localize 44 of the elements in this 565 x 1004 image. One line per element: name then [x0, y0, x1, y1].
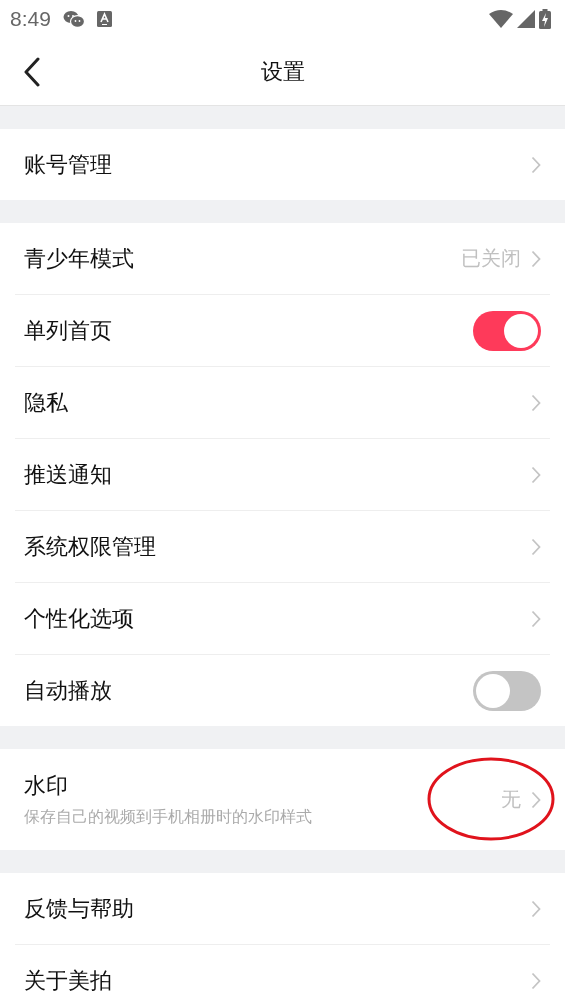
row-label: 自动播放	[24, 676, 112, 705]
battery-charging-icon	[539, 9, 551, 29]
toggle-switch[interactable]	[473, 670, 541, 711]
signal-icon	[517, 10, 535, 28]
settings-row[interactable]: 水印 保存自己的视频到手机相册时的水印样式 无	[0, 749, 565, 850]
chat-bubbles-icon	[62, 10, 85, 28]
row-label: 水印	[24, 772, 69, 800]
settings-row[interactable]: 青少年模式 已关闭	[0, 223, 565, 294]
row-label: 单列首页	[24, 316, 112, 345]
chevron-right-icon	[531, 537, 541, 556]
row-label: 反馈与帮助	[24, 894, 134, 923]
chevron-right-icon	[531, 249, 541, 268]
back-icon	[24, 56, 40, 87]
row-label: 个性化选项	[24, 604, 134, 633]
chevron-right-icon	[531, 393, 541, 412]
chevron-right-icon	[531, 899, 541, 918]
chevron-right-icon	[531, 155, 541, 174]
row-label: 系统权限管理	[24, 532, 156, 561]
row-value: 无	[501, 786, 521, 813]
chevron-right-icon	[531, 971, 541, 990]
row-value: 已关闭	[461, 245, 521, 272]
settings-row[interactable]: 隐私	[0, 367, 565, 438]
settings-row[interactable]: 系统权限管理	[0, 511, 565, 582]
row-label: 青少年模式	[24, 244, 134, 273]
settings-row[interactable]: 单列首页	[0, 295, 565, 366]
row-description: 保存自己的视频到手机相册时的水印样式	[24, 807, 312, 828]
toggle-switch[interactable]	[473, 310, 541, 351]
chevron-right-icon	[531, 790, 541, 809]
row-label: 隐私	[24, 388, 68, 417]
keyboard-letter-icon	[96, 11, 112, 27]
settings-row[interactable]: 关于美拍	[0, 945, 565, 1004]
row-label: 关于美拍	[24, 966, 112, 995]
settings-row[interactable]: 自动播放	[0, 655, 565, 726]
wifi-icon	[489, 10, 513, 28]
row-label: 推送通知	[24, 460, 112, 489]
status-time: 8:49	[10, 7, 51, 31]
chevron-right-icon	[531, 609, 541, 628]
row-label: 账号管理	[24, 150, 112, 179]
chevron-right-icon	[531, 465, 541, 484]
settings-row[interactable]: 反馈与帮助	[0, 873, 565, 944]
settings-row[interactable]: 个性化选项	[0, 583, 565, 654]
settings-row[interactable]: 推送通知	[0, 439, 565, 510]
page-title: 设置	[260, 57, 305, 86]
settings-row[interactable]: 账号管理	[0, 129, 565, 200]
